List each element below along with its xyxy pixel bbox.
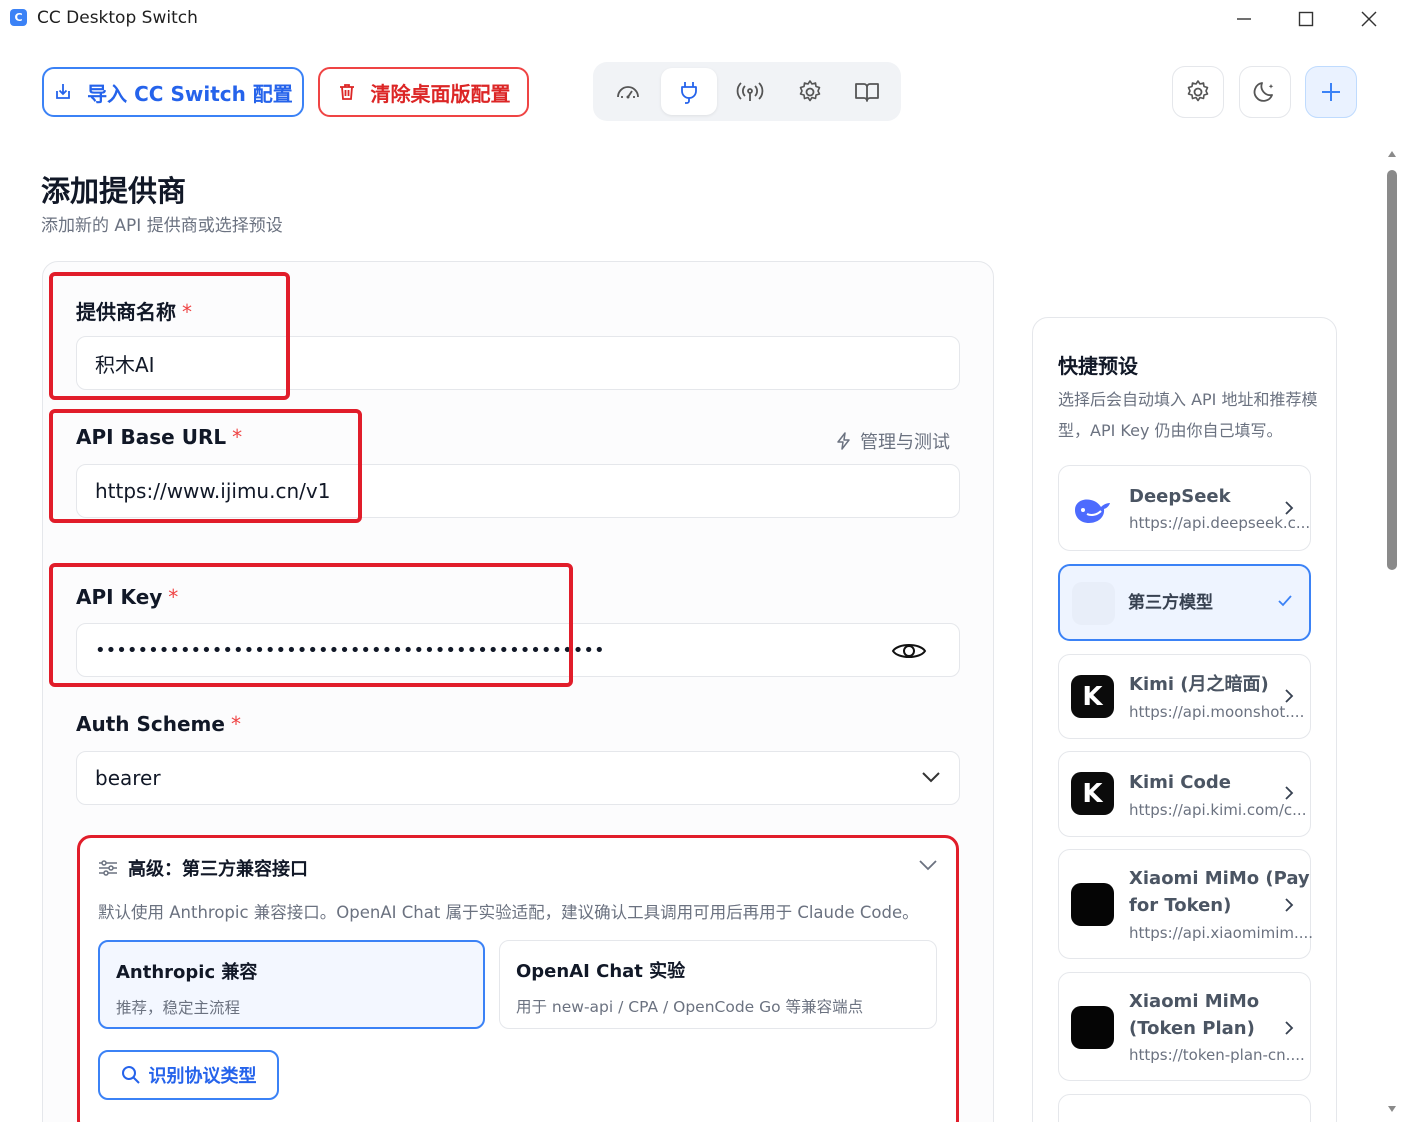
- preset-item-xiaomi-mimo-pay[interactable]: Xiaomi MiMo (Pay for Token) https://api.x…: [1058, 849, 1314, 959]
- option-desc: 用于 new-api / CPA / OpenCode Go 等兼容端点: [516, 998, 864, 1016]
- check-icon: [1278, 595, 1292, 607]
- api-key-input[interactable]: ••••••••••••••••••••••••••••••••••••••••…: [76, 623, 960, 677]
- add-provider-button[interactable]: [1305, 66, 1357, 118]
- plus-icon: [1322, 83, 1340, 101]
- trash-icon: [339, 84, 354, 100]
- preset-name: Kimi (月之暗面): [1129, 674, 1269, 695]
- moon-icon: [1253, 82, 1274, 102]
- sliders-icon: [99, 860, 117, 876]
- preset-url: https://token-plan-cn....: [1129, 1046, 1305, 1064]
- scroll-down-icon[interactable]: [1387, 1105, 1397, 1113]
- base-url-value: https://www.ijimu.cn/v1: [95, 479, 331, 503]
- preset-name: DeepSeek: [1129, 486, 1231, 507]
- window-title: CC Desktop Switch: [37, 8, 198, 28]
- kimi-logo-icon: K: [1071, 772, 1114, 815]
- nav-providers[interactable]: [661, 68, 717, 115]
- chevron-right-icon: [1285, 898, 1294, 912]
- nav-docs[interactable]: [839, 68, 895, 115]
- option-desc: 推荐，稳定主流程: [116, 999, 241, 1017]
- preset-item-kimi[interactable]: K Kimi (月之暗面) https://api.moonshot....: [1058, 654, 1311, 739]
- xiaomi-mimo-logo-icon: [1071, 1006, 1114, 1049]
- scrollbar-thumb[interactable]: [1387, 170, 1397, 570]
- main-nav: [593, 62, 901, 121]
- nav-broadcast[interactable]: [722, 68, 778, 115]
- detect-protocol-button[interactable]: 识别协议类型: [98, 1050, 279, 1100]
- kimi-logo-icon: K: [1071, 675, 1114, 718]
- clear-config-label: 清除桌面版配置: [370, 81, 511, 106]
- advanced-title: 高级：第三方兼容接口: [128, 859, 308, 880]
- preset-item-xiaomi-mimo-token[interactable]: Xiaomi MiMo (Token Plan) https://token-pl…: [1058, 972, 1311, 1081]
- option-title: Anthropic 兼容: [116, 962, 258, 983]
- api-key-value: ••••••••••••••••••••••••••••••••••••••••…: [95, 639, 605, 661]
- preset-item-third-party[interactable]: 第三方模型: [1058, 564, 1311, 641]
- close-icon: [1361, 11, 1377, 27]
- preset-name: 第三方模型: [1128, 593, 1213, 613]
- auth-scheme-label: Auth Scheme *: [76, 712, 241, 736]
- preset-url: https://api.moonshot....: [1129, 703, 1305, 721]
- preset-item-deepseek[interactable]: DeepSeek https://api.deepseek.c...: [1058, 465, 1311, 551]
- base-url-input[interactable]: https://www.ijimu.cn/v1: [76, 464, 960, 518]
- close-window-button[interactable]: [1338, 0, 1400, 38]
- page-subtitle: 添加新的 API 提供商或选择预设: [41, 216, 283, 236]
- broadcast-icon: [736, 81, 764, 101]
- xiaomi-mimo-logo-icon: [1071, 883, 1114, 926]
- import-icon: [56, 84, 71, 99]
- theme-toggle-button[interactable]: [1239, 66, 1291, 118]
- chevron-right-icon: [1285, 501, 1294, 515]
- eye-icon[interactable]: [891, 639, 927, 663]
- maximize-icon: [1298, 11, 1314, 27]
- minimize-icon: [1237, 18, 1251, 20]
- preset-url: https://api.xiaomimim....: [1129, 924, 1314, 942]
- nav-dashboard[interactable]: [600, 68, 656, 115]
- option-openai-chat[interactable]: OpenAI Chat 实验 用于 new-api / CPA / OpenCo…: [499, 940, 937, 1029]
- gear-icon: [799, 79, 821, 101]
- gauge-icon: [617, 85, 639, 98]
- auth-scheme-select[interactable]: bearer: [76, 751, 960, 805]
- settings-button[interactable]: [1172, 66, 1224, 118]
- page-title: 添加提供商: [41, 174, 187, 208]
- provider-name-input[interactable]: 积木AI: [76, 336, 960, 390]
- search-icon: [121, 1066, 140, 1084]
- book-icon: [855, 82, 879, 102]
- base-url-label: API Base URL *: [76, 425, 243, 449]
- preset-url: https://api.deepseek.c...: [1129, 514, 1311, 532]
- provider-name-label: 提供商名称 *: [76, 300, 192, 324]
- clear-desktop-config-button[interactable]: 清除桌面版配置: [318, 67, 529, 117]
- chevron-right-icon: [1285, 689, 1294, 703]
- manage-and-test-link[interactable]: 管理与测试: [836, 428, 950, 454]
- import-config-button[interactable]: 导入 CC Switch 配置: [42, 67, 304, 117]
- option-title: OpenAI Chat 实验: [516, 961, 686, 982]
- gear-icon: [1187, 80, 1209, 102]
- api-key-label: API Key *: [76, 585, 179, 609]
- nav-settings[interactable]: [782, 68, 838, 115]
- maximize-button[interactable]: [1275, 0, 1337, 38]
- advanced-description: 默认使用 Anthropic 兼容接口。OpenAI Chat 属于实验适配，建…: [98, 903, 919, 922]
- presets-description: 选择后会自动填入 API 地址和推荐模型，API Key 仍由你自己填写。: [1058, 390, 1318, 440]
- preset-item-partial[interactable]: [1058, 1094, 1311, 1122]
- option-anthropic[interactable]: Anthropic 兼容 推荐，稳定主流程: [98, 940, 485, 1029]
- scroll-up-icon[interactable]: [1387, 150, 1397, 158]
- app-logo-icon: C: [10, 9, 27, 26]
- presets-title: 快捷预设: [1058, 354, 1138, 378]
- advanced-toggle[interactable]: 高级：第三方兼容接口: [98, 855, 308, 881]
- chevron-right-icon: [1285, 786, 1294, 800]
- chevron-down-icon: [922, 772, 940, 783]
- plug-icon: [681, 81, 697, 104]
- preset-name: Xiaomi MiMo (Token Plan): [1129, 991, 1260, 1039]
- provider-name-value: 积木AI: [95, 352, 155, 377]
- deepseek-logo-icon: [1075, 499, 1110, 523]
- preset-item-kimi-code[interactable]: K Kimi Code https://api.kimi.com/c...: [1058, 751, 1311, 837]
- chevron-down-icon[interactable]: [918, 858, 938, 872]
- import-config-label: 导入 CC Switch 配置: [87, 81, 293, 106]
- preset-name: Kimi Code: [1129, 772, 1231, 793]
- minimize-button[interactable]: [1213, 0, 1275, 38]
- preset-url: https://api.kimi.com/c...: [1129, 801, 1307, 819]
- placeholder-logo-icon: [1072, 582, 1115, 625]
- title-bar: C CC Desktop Switch: [0, 0, 1402, 38]
- chevron-right-icon: [1285, 1021, 1294, 1035]
- preset-name: Xiaomi MiMo (Pay for Token): [1129, 868, 1310, 916]
- lightning-icon: [837, 432, 850, 450]
- auth-scheme-value: bearer: [95, 766, 161, 790]
